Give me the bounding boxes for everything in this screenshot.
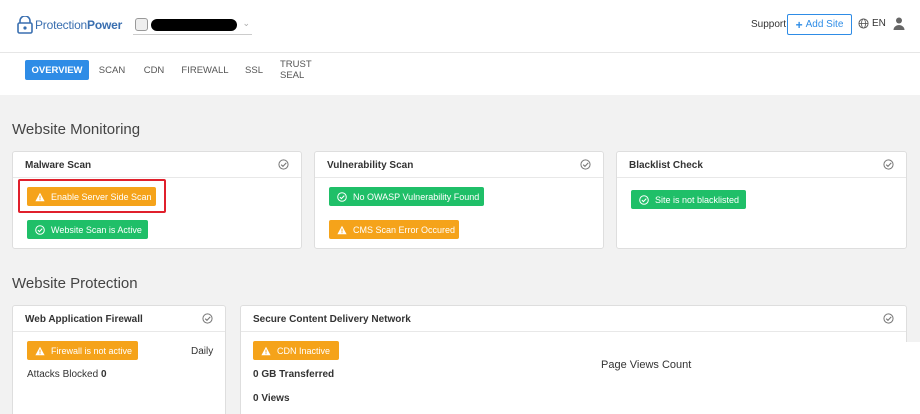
- badge-label: Website Scan is Active: [51, 224, 142, 235]
- card-header: Secure Content Delivery Network: [241, 306, 906, 332]
- check-circle-icon[interactable]: [202, 313, 213, 324]
- tab-overview[interactable]: OVERVIEW: [25, 60, 89, 80]
- warning-icon: [35, 192, 45, 201]
- cms-scan-error-badge[interactable]: CMS Scan Error Occured: [329, 220, 459, 239]
- card-title: Malware Scan: [25, 160, 92, 171]
- chevron-down-icon: ⌄: [242, 18, 250, 28]
- check-circle-icon: [337, 191, 347, 202]
- warning-icon: [261, 346, 271, 355]
- brand-name: ProtectionPower: [35, 18, 122, 32]
- badge-label: Site is not blacklisted: [655, 194, 740, 205]
- tab-firewall[interactable]: FIREWALL: [180, 60, 230, 80]
- website-scan-active-badge: Website Scan is Active: [27, 220, 148, 239]
- check-circle-icon[interactable]: [883, 313, 894, 324]
- brand-logo[interactable]: ProtectionPower: [16, 16, 122, 34]
- site-name-redacted: [151, 19, 237, 31]
- attacks-blocked-stat: Attacks Blocked 0: [27, 369, 107, 380]
- tab-cdn[interactable]: CDN: [140, 60, 168, 80]
- cdn-views-stat: 0 Views: [253, 393, 290, 404]
- brand-prefix: Protection: [35, 18, 88, 32]
- card-title: Secure Content Delivery Network: [253, 314, 411, 325]
- scan-frequency: Daily: [191, 346, 214, 357]
- section-title-monitoring: Website Monitoring: [12, 121, 141, 138]
- page-views-panel: Page Views Count: [340, 342, 920, 414]
- globe-icon: [858, 18, 869, 29]
- page-views-title: Page Views Count: [601, 359, 692, 371]
- blacklist-check-card: Blacklist Check Site is not blacklisted: [616, 151, 907, 249]
- tab-ssl[interactable]: SSL: [242, 60, 266, 80]
- vulnerability-scan-card: Vulnerability Scan No OWASP Vulnerabilit…: [314, 151, 604, 249]
- tab-scan[interactable]: SCAN: [96, 60, 128, 80]
- language-label: EN: [872, 18, 886, 29]
- section-title-protection: Website Protection: [12, 275, 138, 292]
- warning-icon: [35, 346, 45, 355]
- check-circle-icon[interactable]: [883, 159, 894, 170]
- badge-label: CMS Scan Error Occured: [353, 224, 456, 235]
- waf-card: Web Application Firewall Firewall is not…: [12, 305, 226, 414]
- site-selector[interactable]: ⌄: [133, 15, 252, 35]
- language-selector[interactable]: EN: [858, 18, 886, 29]
- check-circle-icon: [639, 194, 649, 205]
- card-title: Blacklist Check: [629, 160, 703, 171]
- add-site-button[interactable]: + Add Site: [787, 14, 852, 35]
- card-header: Blacklist Check: [617, 152, 906, 178]
- firewall-not-active-badge[interactable]: Firewall is not active: [27, 341, 138, 360]
- tab-trust-seal[interactable]: TRUST SEAL: [280, 59, 338, 81]
- card-title: Web Application Firewall: [25, 314, 143, 325]
- no-owasp-vulnerability-badge: No OWASP Vulnerability Found: [329, 187, 484, 206]
- main-tabs: OVERVIEW SCAN CDN FIREWALL SSL TRUST SEA…: [0, 53, 920, 95]
- shield-lock-icon: [17, 16, 33, 34]
- cdn-inactive-badge[interactable]: CDN Inactive: [253, 341, 339, 360]
- transferred-label: Transferred: [279, 369, 335, 380]
- card-header: Malware Scan: [13, 152, 301, 178]
- cdn-transferred-stat: 0 GB Transferred: [253, 369, 334, 380]
- add-site-label: Add Site: [805, 19, 844, 30]
- transferred-value: 0 GB: [253, 369, 277, 380]
- site-not-blacklisted-badge: Site is not blacklisted: [631, 190, 746, 209]
- badge-label: Enable Server Side Scan: [51, 191, 152, 202]
- enable-server-side-scan-button[interactable]: Enable Server Side Scan: [27, 187, 156, 206]
- user-icon[interactable]: [893, 17, 905, 30]
- check-circle-icon[interactable]: [278, 159, 289, 170]
- malware-scan-card: Malware Scan Enable Server Side Scan Web…: [12, 151, 302, 249]
- views-label: Views: [261, 393, 290, 404]
- top-header: ProtectionPower ⌄ Support + Add Site EN: [0, 0, 920, 53]
- badge-label: No OWASP Vulnerability Found: [353, 191, 480, 202]
- card-title: Vulnerability Scan: [327, 160, 414, 171]
- check-circle-icon: [35, 224, 45, 235]
- warning-icon: [337, 225, 347, 234]
- site-favicon-icon: [135, 18, 148, 31]
- support-link[interactable]: Support: [751, 19, 786, 30]
- plus-icon: +: [795, 17, 803, 32]
- check-circle-icon[interactable]: [580, 159, 591, 170]
- attacks-blocked-value: 0: [100, 369, 107, 380]
- views-value: 0: [253, 393, 259, 404]
- card-header: Vulnerability Scan: [315, 152, 603, 178]
- badge-label: CDN Inactive: [277, 345, 331, 356]
- brand-suffix: Power: [87, 18, 123, 32]
- card-header: Web Application Firewall: [13, 306, 225, 332]
- badge-label: Firewall is not active: [51, 345, 133, 356]
- attacks-blocked-label: Attacks Blocked: [27, 369, 99, 380]
